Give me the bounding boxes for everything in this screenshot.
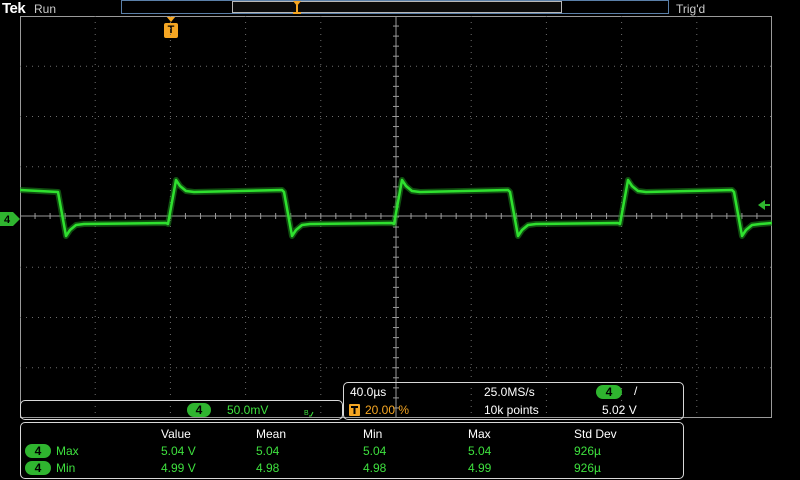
trigger-t-icon [349, 404, 360, 416]
meas-cell: 5.04 [256, 444, 280, 458]
meas-header-min: Min [363, 427, 383, 441]
svg-text:B: B [304, 410, 309, 417]
meas-cell: 4.98 [256, 461, 280, 475]
tek-logo: Tek [2, 0, 26, 17]
ch4-ground-marker[interactable]: 4 [0, 212, 20, 226]
meas-cell: 926µ [574, 461, 601, 475]
meas-header-max: Max [468, 427, 491, 441]
measurements-panel[interactable]: Value Mean Min Max Std Dev 4 Max 5.04 V … [20, 422, 684, 479]
meas-cell: 926µ [574, 444, 601, 458]
horizontal-scale: 40.0µs [350, 385, 387, 399]
record-trigger-position-icon [291, 1, 303, 14]
trigger-position-percent: 20.00 % [365, 403, 410, 417]
meas-cell: 5.04 [468, 444, 492, 458]
record-length: 10k points [484, 403, 539, 417]
trigger-level-arrow-icon[interactable] [758, 199, 770, 211]
trigger-status: Trig'd [676, 2, 706, 16]
acquisition-run-status[interactable]: Run [34, 2, 56, 16]
trigger-level: 5.02 V [602, 403, 637, 417]
ch4-vertical-scale: 50.0mV [227, 403, 269, 417]
meas-header-value: Value [161, 427, 191, 441]
meas-cell: 5.04 [363, 444, 387, 458]
meas-row-ch4-badge: 4 [25, 444, 51, 458]
meas-row-label: Min [56, 461, 76, 475]
trigger-source-badge: 4 [596, 385, 622, 399]
ch4-badge: 4 [187, 403, 211, 417]
meas-header-std-dev: Std Dev [574, 427, 617, 441]
sample-rate: 25.0MS/s [484, 385, 535, 399]
meas-row-label: Max [56, 444, 79, 458]
trigger-slope-icon: / [634, 384, 638, 398]
bandwidth-limit-icon: B [304, 405, 314, 423]
record-view-window[interactable] [232, 1, 562, 13]
meas-row-ch4-badge: 4 [25, 461, 51, 475]
meas-header-mean: Mean [256, 427, 287, 441]
meas-cell: 4.99 [468, 461, 492, 475]
meas-cell: 4.98 [363, 461, 387, 475]
svg-text:4: 4 [4, 214, 11, 226]
channel-settings-panel[interactable]: 4 50.0mV B [20, 400, 343, 420]
meas-cell: 4.99 V [161, 461, 196, 475]
timebase-trigger-panel[interactable]: 40.0µs 25.0MS/s 4 / 20.00 % 10k points 5… [343, 382, 684, 420]
meas-cell: 5.04 V [161, 444, 196, 458]
waveform-graticule[interactable] [20, 16, 772, 418]
